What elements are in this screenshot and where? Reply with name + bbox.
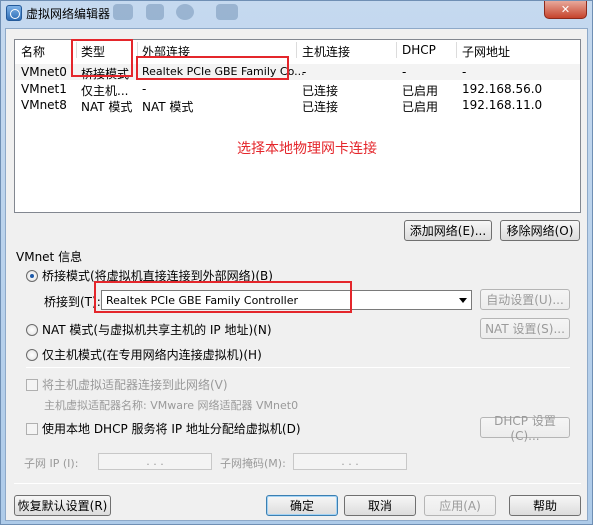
annotation-text: 选择本地物理网卡连接: [237, 141, 377, 157]
column-separator: [396, 42, 397, 58]
ip-placeholder: . . .: [341, 455, 359, 468]
virtual-network-editor-window: 虚拟网络编辑器 ✕ 名称 类型 外部连接 主机连接 DHCP 子网地址 VMne…: [0, 0, 593, 525]
table-header: 名称 类型 外部连接 主机连接 DHCP 子网地址: [15, 40, 580, 60]
cell-subnet: 192.168.11.0: [462, 98, 543, 112]
cell-host: 已连接: [302, 100, 339, 114]
auto-settings-button[interactable]: 自动设置(U)...: [480, 289, 570, 310]
table-row[interactable]: VMnet0 桥接模式 Realtek PCIe GBE Family Co..…: [15, 64, 580, 81]
table-row[interactable]: VMnet1 仅主机... - 已连接 已启用 192.168.56.0: [15, 81, 580, 98]
subnet-ip-label: 子网 IP (I):: [24, 457, 79, 470]
cell-name: VMnet0: [21, 65, 67, 79]
cell-name: VMnet1: [21, 82, 67, 96]
close-button[interactable]: ✕: [544, 1, 587, 19]
table-row[interactable]: VMnet8 NAT 模式 NAT 模式 已连接 已启用 192.168.11.…: [15, 97, 580, 114]
cancel-button[interactable]: 取消: [344, 495, 416, 516]
subnet-ip-input[interactable]: . . .: [98, 453, 212, 470]
blurred-icon: [113, 4, 133, 20]
bridge-to-label: 桥接到(T):: [44, 295, 101, 309]
dhcp-settings-button[interactable]: DHCP 设置(C)...: [480, 414, 570, 443]
column-header-name[interactable]: 名称: [21, 43, 45, 60]
bridge-to-value: Realtek PCIe GBE Family Controller: [106, 293, 299, 307]
network-app-icon: [6, 5, 22, 21]
use-dhcp-option[interactable]: 使用本地 DHCP 服务将 IP 地址分配给虚拟机(D): [26, 420, 301, 437]
subnet-mask-input[interactable]: . . .: [293, 453, 407, 470]
ok-button[interactable]: 确定: [266, 495, 338, 516]
cell-host: -: [302, 65, 307, 79]
hostonly-mode-option[interactable]: 仅主机模式(在专用网络内连接虚拟机)(H): [26, 346, 262, 363]
add-network-button[interactable]: 添加网络(E)...: [404, 220, 492, 241]
help-button[interactable]: 帮助: [509, 495, 581, 516]
cell-external: -: [142, 82, 147, 96]
column-header-subnet[interactable]: 子网地址: [462, 43, 510, 60]
cell-external: NAT 模式: [142, 100, 194, 114]
radio-selected[interactable]: [26, 269, 38, 282]
bridged-mode-label: 桥接模式(将虚拟机直接连接到外部网络)(B): [42, 269, 273, 283]
remove-network-button[interactable]: 移除网络(O): [500, 220, 580, 241]
subnet-mask-label: 子网掩码(M):: [220, 457, 286, 470]
divider: [14, 483, 581, 484]
network-table[interactable]: 名称 类型 外部连接 主机连接 DHCP 子网地址 VMnet0 桥接模式 Re…: [14, 39, 581, 213]
column-separator: [76, 42, 77, 58]
radio-unselected[interactable]: [26, 348, 38, 361]
cell-dhcp: 已启用: [402, 100, 439, 114]
restore-defaults-button[interactable]: 恢复默认设置(R): [14, 495, 111, 516]
connect-adapter-label: 将主机虚拟适配器连接到此网络(V): [42, 378, 228, 392]
nat-mode-label: NAT 模式(与虚拟机共享主机的 IP 地址)(N): [42, 323, 272, 337]
chevron-down-icon: [459, 298, 467, 303]
cell-external: Realtek PCIe GBE Family Co...: [142, 65, 305, 78]
vmnet-info-label: VMnet 信息: [16, 250, 83, 264]
nat-mode-option[interactable]: NAT 模式(与虚拟机共享主机的 IP 地址)(N): [26, 321, 272, 338]
apply-button[interactable]: 应用(A): [424, 495, 496, 516]
blurred-icon: [176, 4, 194, 20]
cell-type: 桥接模式: [81, 67, 130, 81]
cell-subnet: -: [462, 65, 467, 79]
use-dhcp-label: 使用本地 DHCP 服务将 IP 地址分配给虚拟机(D): [42, 422, 301, 436]
cell-dhcp: -: [402, 65, 407, 79]
adapter-name-label: 主机虚拟适配器名称: VMware 网络适配器 VMnet0: [44, 399, 299, 412]
nat-settings-button[interactable]: NAT 设置(S)...: [480, 318, 570, 339]
column-header-host[interactable]: 主机连接: [302, 43, 350, 60]
blurred-icon: [216, 4, 238, 20]
divider: [26, 367, 570, 368]
radio-unselected[interactable]: [26, 323, 38, 336]
title-bar[interactable]: 虚拟网络编辑器 ✕: [1, 1, 592, 27]
checkbox[interactable]: [26, 422, 38, 435]
ip-placeholder: . . .: [146, 455, 164, 468]
column-separator: [296, 42, 297, 58]
column-separator: [137, 42, 138, 58]
checkbox[interactable]: [26, 378, 38, 391]
window-title: 虚拟网络编辑器: [26, 7, 111, 21]
bridged-mode-option[interactable]: 桥接模式(将虚拟机直接连接到外部网络)(B): [26, 267, 273, 284]
column-header-type[interactable]: 类型: [81, 43, 105, 60]
cell-name: VMnet8: [21, 98, 67, 112]
connect-adapter-option[interactable]: 将主机虚拟适配器连接到此网络(V): [26, 376, 228, 393]
bridge-to-select[interactable]: Realtek PCIe GBE Family Controller: [101, 290, 472, 310]
column-header-dhcp[interactable]: DHCP: [402, 43, 436, 57]
column-header-external[interactable]: 外部连接: [142, 43, 190, 60]
cell-subnet: 192.168.56.0: [462, 82, 543, 96]
column-separator: [456, 42, 457, 58]
blurred-icon: [146, 4, 164, 20]
close-icon: ✕: [560, 3, 571, 16]
dialog-client-area: 名称 类型 外部连接 主机连接 DHCP 子网地址 VMnet0 桥接模式 Re…: [5, 28, 588, 521]
hostonly-mode-label: 仅主机模式(在专用网络内连接虚拟机)(H): [42, 348, 262, 362]
cell-type: NAT 模式: [81, 100, 133, 114]
